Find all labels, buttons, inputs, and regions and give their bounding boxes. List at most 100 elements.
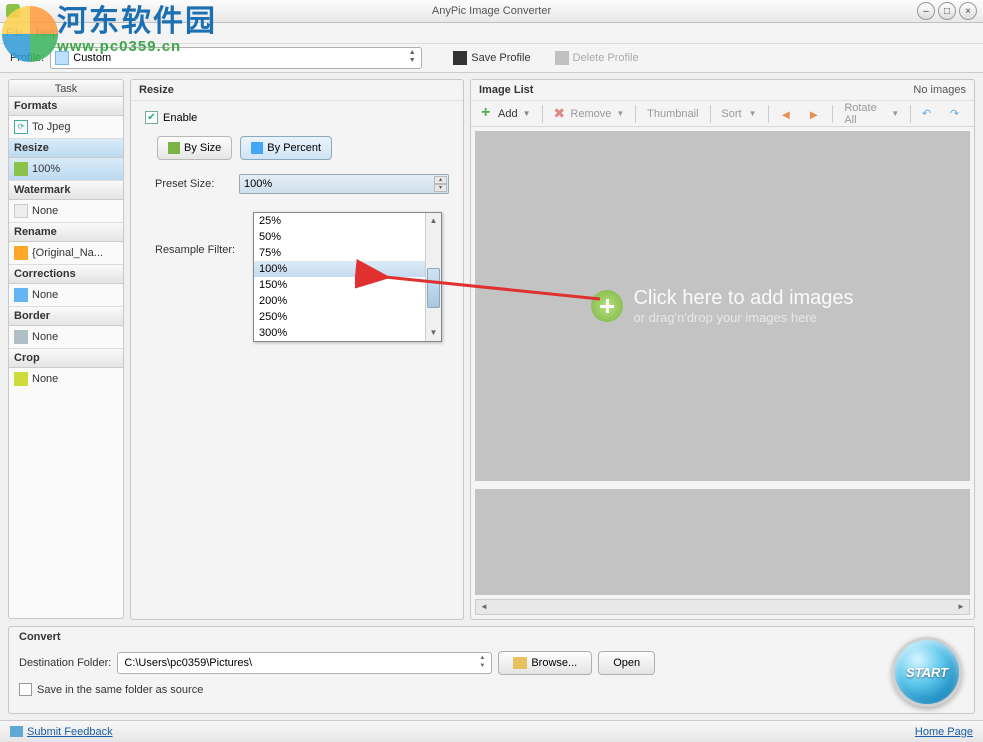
profile-value: Custom (73, 52, 111, 64)
add-circle-icon (591, 290, 623, 322)
image-list-title: Image List (479, 84, 533, 96)
rotate-all-button[interactable]: Rotate All▼ (838, 103, 905, 125)
menu-bar: File Help (0, 23, 983, 43)
dropdown-option[interactable]: 150% (254, 277, 425, 293)
add-button[interactable]: +Add▼ (475, 103, 537, 125)
check-icon: ✔ (145, 111, 158, 124)
prev-button[interactable]: ◄ (773, 103, 799, 125)
dropdown-option[interactable]: 250% (254, 309, 425, 325)
profile-select[interactable]: Custom ▲▼ (50, 47, 422, 69)
undo-button[interactable]: ↶ (916, 103, 942, 125)
profile-label: Profile: (10, 52, 44, 64)
thumbnail-button[interactable]: Thumbnail (641, 103, 704, 125)
status-bar: Submit Feedback Home Page (0, 720, 983, 742)
profile-icon (55, 51, 69, 65)
maximize-button[interactable]: □ (938, 2, 956, 20)
task-section-corrections[interactable]: Corrections (9, 264, 123, 284)
home-page-link[interactable]: Home Page (915, 726, 973, 738)
start-button[interactable]: START (892, 637, 962, 707)
image-drop-area[interactable]: Click here to add images or drag'n'drop … (475, 131, 970, 481)
dropdown-option[interactable]: 50% (254, 229, 425, 245)
dropdown-option[interactable]: 200% (254, 293, 425, 309)
preset-size-combo[interactable]: 100% ▴▾ (239, 174, 449, 194)
horizontal-scrollbar[interactable]: ◄► (475, 599, 970, 615)
arrow-right-icon: ► (807, 107, 821, 121)
drop-hint-2: or drag'n'drop your images here (633, 310, 853, 325)
menu-file[interactable]: File (6, 27, 24, 39)
rename-icon (14, 246, 28, 260)
by-size-button[interactable]: By Size (157, 136, 232, 160)
title-bar: AnyPic Image Converter – □ × (0, 0, 983, 23)
task-section-border[interactable]: Border (9, 306, 123, 326)
jpeg-icon: ⟳ (14, 120, 28, 134)
minimize-button[interactable]: – (917, 2, 935, 20)
resize-icon (14, 162, 28, 176)
by-percent-icon (251, 142, 263, 154)
task-section-rename[interactable]: Rename (9, 222, 123, 242)
resample-filter-label: Resample Filter: (145, 244, 239, 256)
submit-feedback-link[interactable]: Submit Feedback (10, 726, 113, 738)
task-item-rename[interactable]: {Original_Na... (9, 242, 123, 264)
close-button[interactable]: × (959, 2, 977, 20)
arrow-left-icon: ◄ (779, 107, 793, 121)
task-item-to-jpeg[interactable]: ⟳To Jpeg (9, 116, 123, 138)
dest-folder-input[interactable]: C:\Users\pc0359\Pictures\ ▲▼ (117, 652, 492, 674)
task-item-watermark[interactable]: None (9, 200, 123, 222)
resize-title: Resize (131, 80, 463, 101)
crop-icon (14, 372, 28, 386)
task-section-resize[interactable]: Resize (9, 138, 123, 158)
image-list-panel: Image List No images +Add▼ ✖Remove▼ Thum… (470, 79, 975, 620)
enable-checkbox[interactable]: ✔ Enable (145, 111, 449, 124)
image-list-status: No images (913, 84, 966, 96)
task-header: Task (8, 79, 124, 97)
delete-profile-button[interactable]: Delete Profile (546, 47, 648, 69)
dropdown-option[interactable]: 25% (254, 213, 425, 229)
dropdown-option[interactable]: 100% (254, 261, 425, 277)
drop-hint-1: Click here to add images (633, 287, 853, 310)
preset-size-label: Preset Size: (145, 178, 239, 190)
open-button[interactable]: Open (598, 651, 655, 675)
plus-icon: + (481, 107, 495, 121)
dropdown-scrollbar[interactable]: ▲ ▼ (425, 213, 441, 341)
border-icon (14, 330, 28, 344)
profile-bar: Profile: Custom ▲▼ Save Profile Delete P… (0, 43, 983, 73)
browse-button[interactable]: Browse... (498, 651, 592, 675)
task-item-crop[interactable]: None (9, 368, 123, 390)
corrections-icon (14, 288, 28, 302)
image-preview-strip (475, 485, 970, 595)
task-sidebar: Task Formats ⟳To Jpeg Resize 100% Waterm… (8, 79, 124, 620)
task-item-resize[interactable]: 100% (9, 158, 123, 180)
undo-icon: ↶ (922, 107, 936, 121)
task-section-formats[interactable]: Formats (9, 97, 123, 116)
task-item-corrections[interactable]: None (9, 284, 123, 306)
task-section-crop[interactable]: Crop (9, 348, 123, 368)
app-title: AnyPic Image Converter (432, 5, 551, 17)
redo-icon: ↷ (950, 107, 964, 121)
convert-panel: Convert Destination Folder: C:\Users\pc0… (8, 626, 975, 714)
dropdown-option[interactable]: 75% (254, 245, 425, 261)
image-list-toolbar: +Add▼ ✖Remove▼ Thumbnail Sort▼ ◄ ► Rotat… (471, 101, 974, 127)
convert-title: Convert (19, 631, 964, 643)
save-icon (453, 51, 467, 65)
by-percent-button[interactable]: By Percent (240, 136, 332, 160)
save-profile-button[interactable]: Save Profile (444, 47, 539, 69)
dropdown-option[interactable]: 300% (254, 325, 425, 341)
preset-size-dropdown[interactable]: 25%50%75%100%150%200%250%300% ▲ ▼ (253, 212, 442, 342)
next-button[interactable]: ► (801, 103, 827, 125)
task-item-border[interactable]: None (9, 326, 123, 348)
sort-button[interactable]: Sort▼ (715, 103, 762, 125)
folder-icon (513, 657, 527, 669)
app-icon (6, 4, 20, 18)
dest-folder-label: Destination Folder: (19, 657, 111, 669)
task-section-watermark[interactable]: Watermark (9, 180, 123, 200)
watermark-icon (14, 204, 28, 218)
delete-icon (555, 51, 569, 65)
resize-panel: Resize ✔ Enable By Size By Percent Prese… (130, 79, 464, 620)
remove-button[interactable]: ✖Remove▼ (547, 103, 630, 125)
feedback-icon (10, 726, 23, 737)
same-folder-checkbox[interactable]: Save in the same folder as source (19, 683, 964, 696)
menu-help[interactable]: Help (36, 27, 59, 39)
by-size-icon (168, 142, 180, 154)
remove-icon: ✖ (553, 107, 567, 121)
redo-button[interactable]: ↷ (944, 103, 970, 125)
